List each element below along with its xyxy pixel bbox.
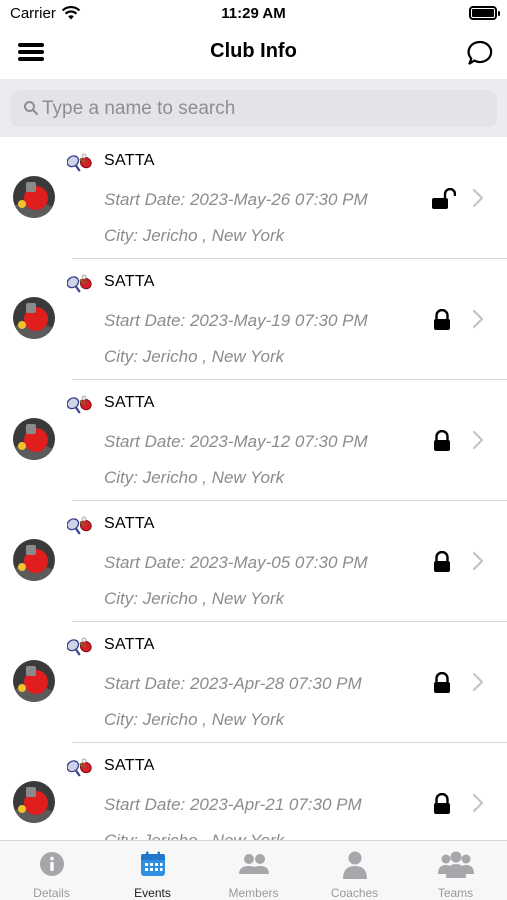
- club-avatar: [13, 539, 55, 581]
- club-avatar: [13, 297, 55, 339]
- event-name: SATTA: [104, 152, 155, 169]
- teams-group-icon: [437, 851, 474, 878]
- table-tennis-icon: [66, 757, 93, 782]
- unlock-icon: [432, 187, 457, 215]
- lock-icon: [432, 671, 452, 699]
- event-city: City: Jericho , New York: [104, 226, 285, 245]
- event-city: City: Jericho , New York: [104, 710, 285, 729]
- search-bar-container: [0, 79, 507, 137]
- club-avatar: [13, 781, 55, 823]
- calendar-icon: [140, 851, 165, 876]
- chevron-right-icon[interactable]: [471, 430, 485, 455]
- lock-icon: [432, 308, 452, 336]
- table-tennis-icon: [66, 515, 93, 540]
- table-tennis-icon: [66, 636, 93, 661]
- clock-time: 11:29 AM: [221, 5, 286, 22]
- tab-teams[interactable]: Teams: [405, 841, 506, 900]
- event-list[interactable]: SATTA Start Date: 2023-May-26 07:30 PM Cit…: [0, 138, 507, 840]
- event-row[interactable]: SATTA Start Date: 2023-May-05 07:30 PM Cit…: [0, 501, 507, 622]
- lock-icon: [432, 792, 452, 820]
- event-start-date: Start Date: 2023-Apr-28 07:30 PM: [104, 674, 362, 693]
- chevron-right-icon[interactable]: [471, 551, 485, 576]
- lock-icon: [432, 429, 452, 457]
- tab-coaches[interactable]: Coaches: [304, 841, 405, 900]
- club-avatar: [13, 176, 55, 218]
- event-start-date: Start Date: 2023-May-26 07:30 PM: [104, 190, 368, 209]
- table-tennis-icon: [66, 152, 93, 177]
- search-icon: [24, 101, 39, 116]
- navigation-bar: Club Info: [0, 28, 507, 78]
- event-name: SATTA: [104, 757, 155, 774]
- table-tennis-icon: [66, 394, 93, 419]
- tab-members[interactable]: Members: [203, 841, 304, 900]
- event-city: City: Jericho , New York: [104, 468, 285, 487]
- event-start-date: Start Date: 2023-May-19 07:30 PM: [104, 311, 368, 330]
- status-bar: Carrier 11:29 AM: [0, 0, 507, 28]
- tab-label: Members: [228, 886, 279, 900]
- event-row[interactable]: SATTA Start Date: 2023-May-19 07:30 PM Cit…: [0, 259, 507, 380]
- tab-bar: Details Events Members Coaches Teams: [0, 840, 507, 900]
- event-start-date: Start Date: 2023-May-05 07:30 PM: [104, 553, 368, 572]
- event-name: SATTA: [104, 636, 155, 653]
- chat-bubble-icon[interactable]: [465, 38, 495, 68]
- search-field[interactable]: [10, 90, 497, 127]
- event-start-date: Start Date: 2023-Apr-21 07:30 PM: [104, 795, 362, 814]
- chevron-right-icon[interactable]: [471, 309, 485, 334]
- tab-details[interactable]: Details: [1, 841, 102, 900]
- members-icon: [238, 854, 269, 874]
- event-city: City: Jericho , New York: [104, 589, 285, 608]
- event-name: SATTA: [104, 394, 155, 411]
- event-start-date: Start Date: 2023-May-12 07:30 PM: [104, 432, 368, 451]
- lock-icon: [432, 550, 452, 578]
- club-avatar: [13, 418, 55, 460]
- tab-label: Teams: [437, 886, 474, 900]
- event-row[interactable]: SATTA Start Date: 2023-Apr-28 07:30 PM Cit…: [0, 622, 507, 743]
- event-city: City: Jericho , New York: [104, 347, 285, 366]
- page-title: Club Info: [210, 40, 297, 62]
- tab-label: Coaches: [330, 886, 379, 900]
- event-row[interactable]: SATTA Start Date: 2023-Apr-21 07:30 PM Cit…: [0, 743, 507, 840]
- chevron-right-icon[interactable]: [471, 672, 485, 697]
- event-name: SATTA: [104, 273, 155, 290]
- event-city: City: Jericho , New York: [104, 831, 284, 840]
- tab-label: Events: [134, 886, 171, 900]
- chevron-right-icon[interactable]: [471, 188, 485, 213]
- event-name: SATTA: [104, 515, 155, 532]
- chevron-right-icon[interactable]: [471, 793, 485, 818]
- search-input[interactable]: [42, 90, 482, 127]
- event-row[interactable]: SATTA Start Date: 2023-May-12 07:30 PM Cit…: [0, 380, 507, 501]
- tab-label: Details: [33, 886, 70, 900]
- event-row[interactable]: SATTA Start Date: 2023-May-26 07:30 PM Cit…: [0, 138, 507, 259]
- info-circle-icon: [39, 852, 64, 876]
- table-tennis-icon: [66, 273, 93, 298]
- tab-events[interactable]: Events: [102, 841, 203, 900]
- club-avatar: [13, 660, 55, 702]
- coach-person-icon: [342, 851, 367, 879]
- battery-icon: [469, 6, 500, 20]
